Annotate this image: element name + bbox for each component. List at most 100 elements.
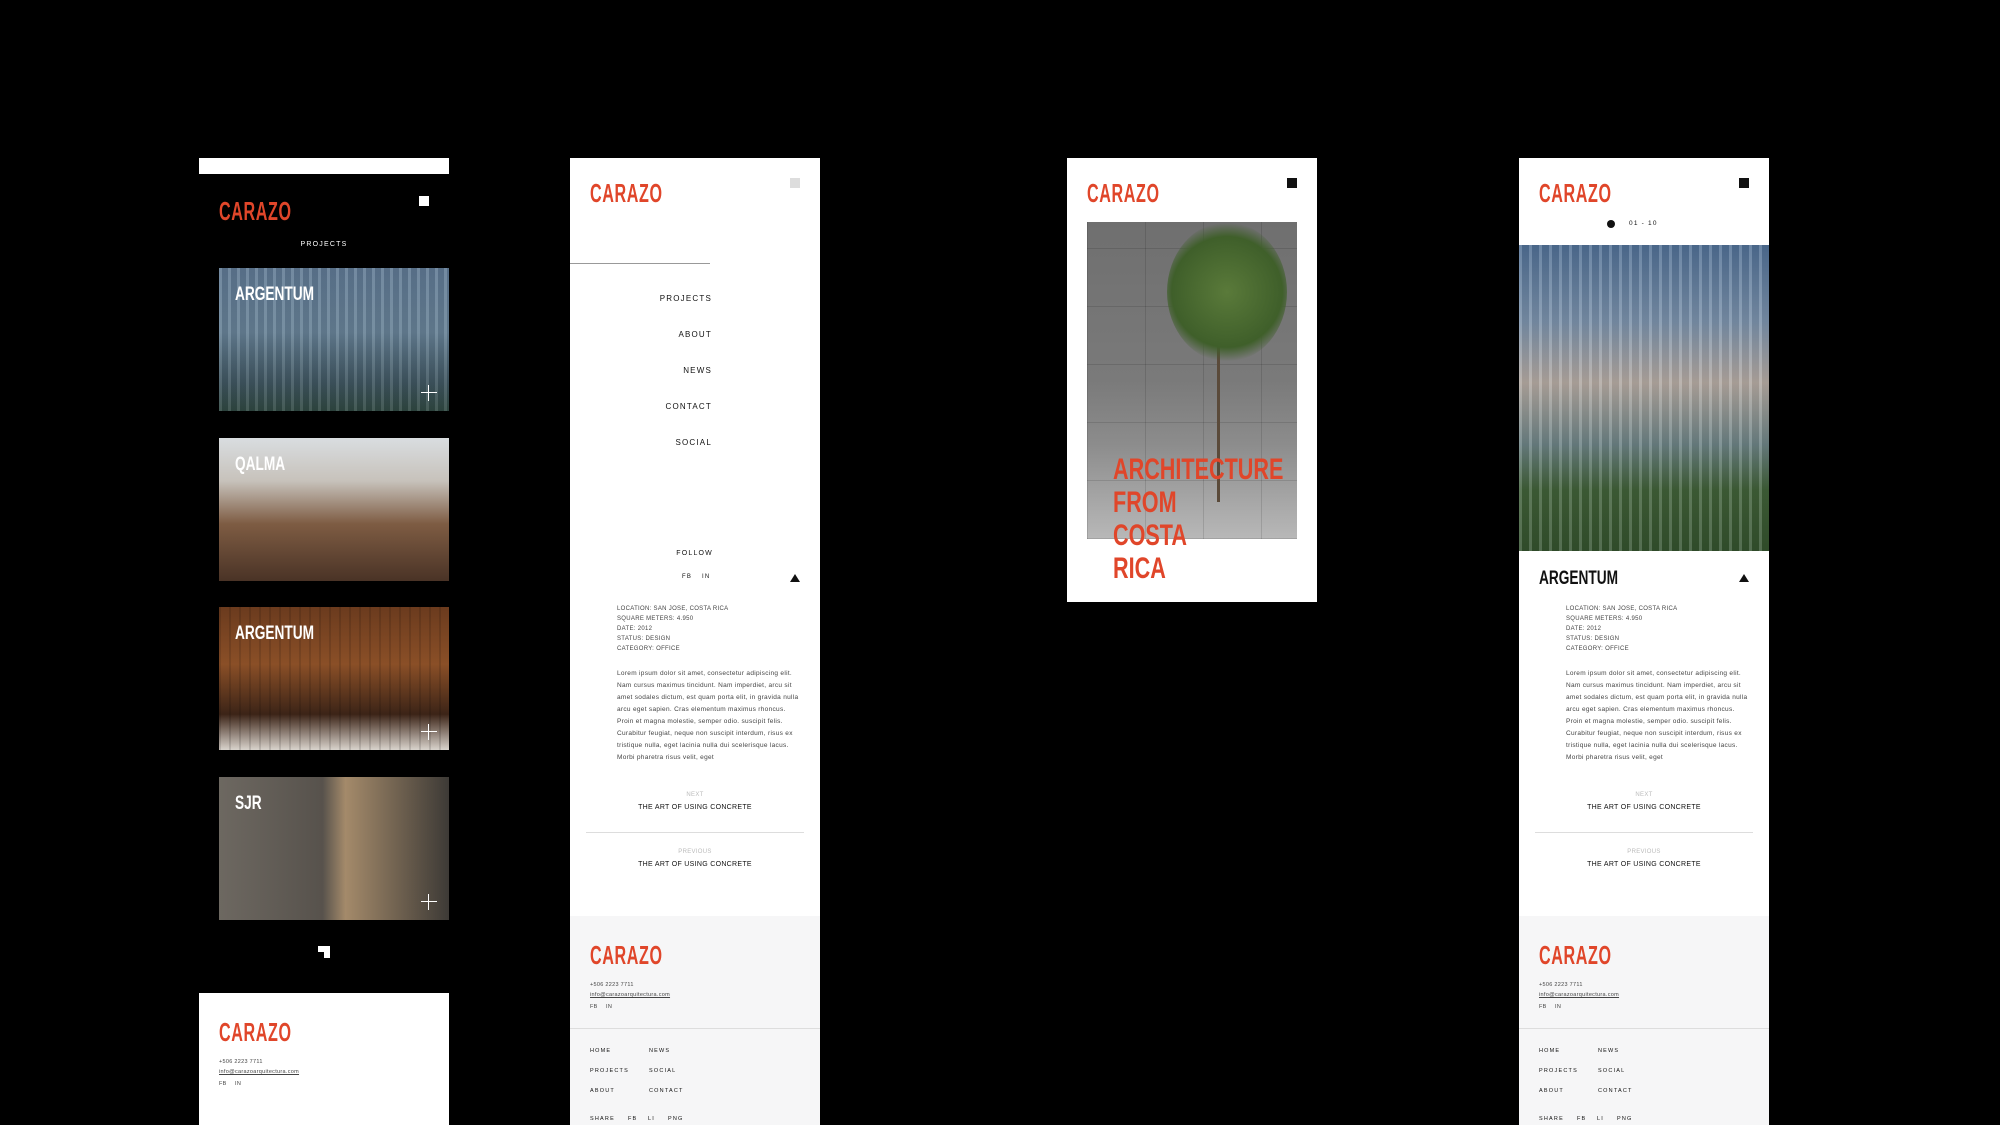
- footer-link-about[interactable]: ABOUT: [590, 1088, 615, 1094]
- footer: CARAZO +506 2223 7711 info@carazoarquite…: [199, 993, 449, 1125]
- footer-logo[interactable]: CARAZO: [1539, 940, 1656, 971]
- triangle-up-icon[interactable]: [790, 574, 800, 582]
- top-bar: [199, 158, 449, 174]
- follow-in[interactable]: IN: [702, 574, 710, 580]
- footer-link-social[interactable]: SOCIAL: [1598, 1068, 1625, 1074]
- load-more-icon[interactable]: [318, 946, 330, 958]
- menu-item-about[interactable]: ABOUT: [570, 330, 712, 339]
- footer-link-about[interactable]: ABOUT: [1539, 1088, 1564, 1094]
- next-title[interactable]: THE ART OF USING CONCRETE: [570, 803, 820, 813]
- menu-item-projects[interactable]: PROJECTS: [570, 294, 712, 303]
- share-label: SHARE: [590, 1116, 615, 1122]
- prev-title[interactable]: THE ART OF USING CONCRETE: [1519, 860, 1769, 870]
- triangle-up-icon[interactable]: [1739, 574, 1749, 582]
- share-fb[interactable]: FB: [1577, 1116, 1586, 1122]
- hero-headline-line4: RICA: [1113, 552, 1166, 585]
- tree-canopy: [1167, 222, 1287, 362]
- divider: [586, 832, 804, 833]
- next-label: NEXT: [1635, 792, 1653, 798]
- plus-icon[interactable]: [421, 385, 437, 401]
- footer-social-fb[interactable]: FB: [219, 1079, 227, 1089]
- prev-label: PREVIOUS: [678, 849, 712, 855]
- pager-dot-icon[interactable]: [1607, 220, 1615, 228]
- footer-link-contact[interactable]: CONTACT: [1598, 1088, 1633, 1094]
- footer-social-fb[interactable]: FB: [590, 1002, 598, 1012]
- prev-label: PREVIOUS: [1627, 849, 1661, 855]
- close-icon[interactable]: [790, 178, 800, 188]
- share-li[interactable]: LI: [648, 1116, 655, 1122]
- hero-headline-line2: FROM: [1113, 486, 1177, 519]
- next-title[interactable]: THE ART OF USING CONCRETE: [1519, 803, 1769, 813]
- footer-social-in[interactable]: IN: [1555, 1002, 1561, 1012]
- footer-link-news[interactable]: NEWS: [649, 1048, 670, 1054]
- logo[interactable]: CARAZO: [219, 196, 336, 227]
- footer-link-projects[interactable]: PROJECTS: [590, 1068, 629, 1074]
- menu-item-social[interactable]: SOCIAL: [570, 438, 712, 447]
- follow-label: FOLLOW: [676, 550, 713, 557]
- footer-phone: +506 2223 7711: [219, 1059, 263, 1065]
- footer-social-in[interactable]: IN: [606, 1002, 612, 1012]
- next-label: NEXT: [686, 792, 704, 798]
- project-card[interactable]: SJR: [219, 777, 449, 920]
- project-title: QALMA: [235, 454, 286, 475]
- follow-fb[interactable]: FB: [682, 574, 692, 580]
- detail-category: CATEGORY: OFFICE: [617, 646, 680, 652]
- body-text: Lorem ipsum dolor sit amet, consectetur …: [1566, 670, 1748, 761]
- footer-logo[interactable]: CARAZO: [219, 1017, 336, 1048]
- hero-headline-line1: ARCHITECTURE: [1113, 453, 1284, 486]
- project-card[interactable]: QALMA: [219, 438, 449, 581]
- footer: CARAZO +506 2223 7711 info@carazoarquite…: [1519, 916, 1769, 1125]
- footer-link-projects[interactable]: PROJECTS: [1539, 1068, 1578, 1074]
- footer-logo[interactable]: CARAZO: [590, 940, 707, 971]
- menu-icon[interactable]: [1287, 178, 1297, 188]
- body-text: Lorem ipsum dolor sit amet, consectetur …: [617, 670, 799, 761]
- footer-phone: +506 2223 7711: [590, 982, 634, 988]
- menu-item-news[interactable]: NEWS: [570, 366, 712, 375]
- detail-sqm: SQUARE METERS: 4.950: [1566, 616, 1643, 622]
- plus-icon[interactable]: [421, 894, 437, 910]
- detail-date: DATE: 2012: [617, 626, 653, 632]
- share-png[interactable]: PNG: [1617, 1116, 1633, 1122]
- footer-email[interactable]: info@carazoarquitectura.com: [590, 990, 670, 1000]
- divider: [570, 1028, 820, 1029]
- share-li[interactable]: LI: [1597, 1116, 1604, 1122]
- divider: [570, 263, 710, 264]
- menu-icon[interactable]: [1739, 178, 1749, 188]
- share-fb[interactable]: FB: [628, 1116, 637, 1122]
- divider: [1519, 1028, 1769, 1029]
- project-card[interactable]: ARGENTUM: [219, 607, 449, 750]
- project-title: ARGENTUM: [1539, 568, 1619, 589]
- footer-email[interactable]: info@carazoarquitectura.com: [1539, 990, 1619, 1000]
- menu-item-contact[interactable]: CONTACT: [570, 402, 712, 411]
- logo[interactable]: CARAZO: [590, 178, 707, 209]
- logo[interactable]: CARAZO: [1539, 178, 1656, 209]
- footer-social-fb[interactable]: FB: [1539, 1002, 1547, 1012]
- project-card[interactable]: ARGENTUM: [219, 268, 449, 411]
- share-label: SHARE: [1539, 1116, 1564, 1122]
- footer-email[interactable]: info@carazoarquitectura.com: [219, 1067, 299, 1077]
- menu-icon[interactable]: [419, 196, 429, 206]
- detail-location: LOCATION: SAN JOSE, COSTA RICA: [617, 606, 729, 612]
- logo[interactable]: CARAZO: [1087, 178, 1204, 209]
- footer-phone: +506 2223 7711: [1539, 982, 1583, 988]
- footer-link-home[interactable]: HOME: [1539, 1048, 1560, 1054]
- page-label: PROJECTS: [300, 241, 348, 248]
- footer: CARAZO +506 2223 7711 info@carazoarquite…: [570, 916, 820, 1125]
- project-title: SJR: [235, 793, 262, 814]
- footer-link-social[interactable]: SOCIAL: [649, 1068, 676, 1074]
- footer-link-home[interactable]: HOME: [590, 1048, 611, 1054]
- footer-social-in[interactable]: IN: [235, 1079, 241, 1089]
- footer-link-contact[interactable]: CONTACT: [649, 1088, 684, 1094]
- plus-icon[interactable]: [421, 724, 437, 740]
- prev-title[interactable]: THE ART OF USING CONCRETE: [570, 860, 820, 870]
- detail-category: CATEGORY: OFFICE: [1566, 646, 1629, 652]
- screen-menu: CARAZO PROJECTS ABOUT NEWS CONTACT SOCIA…: [570, 158, 820, 1125]
- share-png[interactable]: PNG: [668, 1116, 684, 1122]
- screen-hero: CARAZO ARCHITECTURE FROM COSTA RICA: [1067, 158, 1317, 602]
- footer-link-news[interactable]: NEWS: [1598, 1048, 1619, 1054]
- detail-date: DATE: 2012: [1566, 626, 1602, 632]
- screen-project-detail: CARAZO 01 - 10 ARGENTUM LOCATION: SAN JO…: [1519, 158, 1769, 1125]
- detail-sqm: SQUARE METERS: 4.950: [617, 616, 694, 622]
- hero-headline-line3: COSTA: [1113, 519, 1188, 552]
- detail-status: STATUS: DESIGN: [617, 636, 671, 642]
